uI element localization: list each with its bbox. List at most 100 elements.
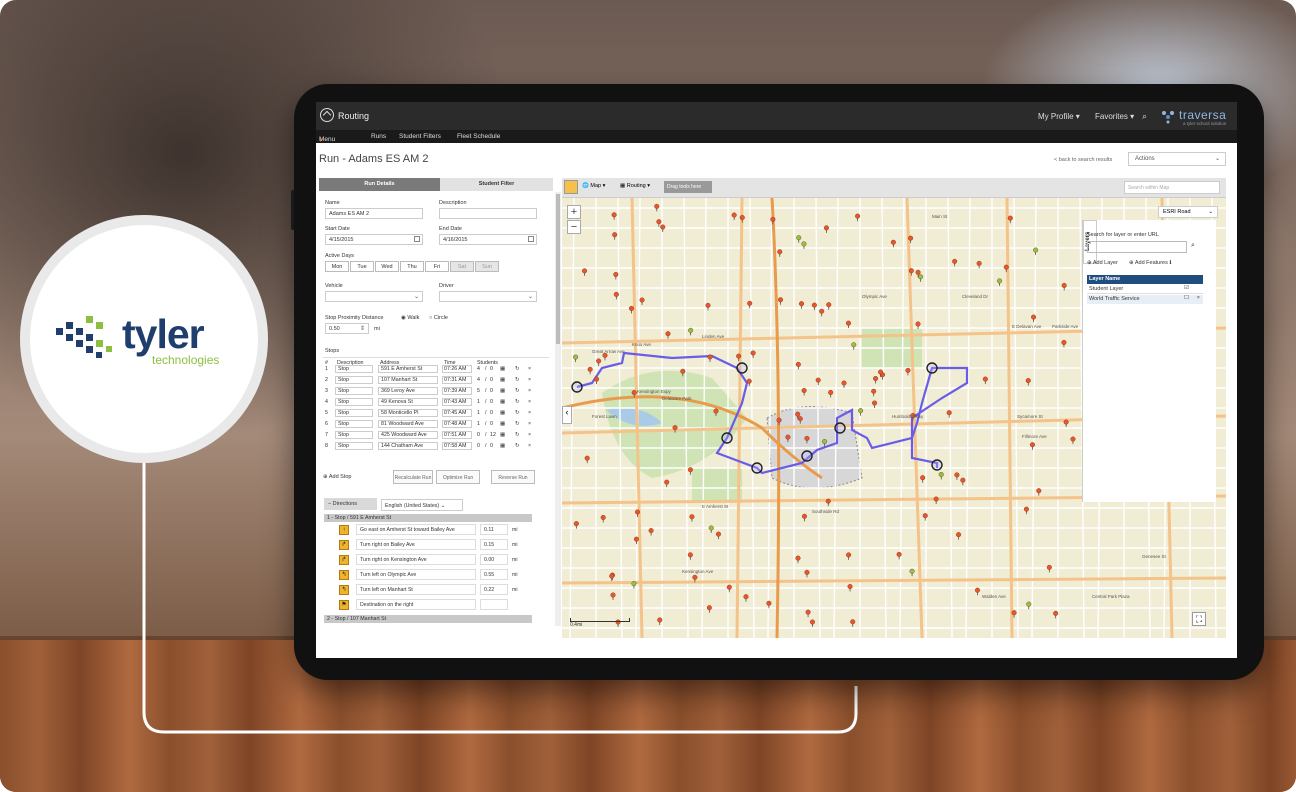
actions-dropdown[interactable]: Actions ⌄ xyxy=(1128,152,1226,166)
direction-row[interactable]: ↰ Turn left on Manhart St 0.22 mi xyxy=(339,584,539,596)
add-features-button[interactable]: ⊕ Add Features ℹ xyxy=(1129,260,1172,266)
menu-fleet-schedule[interactable]: Fleet Schedule xyxy=(457,133,500,140)
calendar-icon[interactable] xyxy=(528,236,534,242)
direction-row[interactable]: ↰ Turn left on Olympic Ave 0.55 mi xyxy=(339,569,539,581)
refresh-icon[interactable]: ↻ xyxy=(515,366,519,372)
menu-student-filters[interactable]: Student Filters xyxy=(399,133,441,140)
stop-address[interactable]: 58 Monticello Pl xyxy=(381,410,418,416)
map-button[interactable]: 🌐 Map ▾ xyxy=(582,183,605,189)
layer-search-input[interactable] xyxy=(1087,241,1187,253)
reverse-run-button[interactable]: Reverse Run xyxy=(491,470,535,484)
stop-time[interactable]: 07:31 AM xyxy=(444,377,466,383)
stop-address[interactable]: 425 Woodward Ave xyxy=(381,432,427,438)
grid-icon[interactable]: ▦ xyxy=(500,388,505,394)
stop-address[interactable]: 81 Woodward Ave xyxy=(381,421,424,427)
proximity-stepper[interactable]: 0.50 ⇕ xyxy=(325,323,369,334)
back-to-search-link[interactable]: < back to search results xyxy=(1054,157,1112,163)
grid-icon[interactable]: ▦ xyxy=(500,366,505,372)
direction-stop-header[interactable]: 2 - Stop / 107 Manhart St xyxy=(324,615,532,623)
collapse-panel-icon[interactable]: ‹ xyxy=(562,406,572,424)
stepper-arrows-icon[interactable]: ⇕ xyxy=(360,325,365,332)
map-search-input[interactable]: Search within Map xyxy=(1124,181,1220,194)
driver-select[interactable]: ⌄ xyxy=(439,291,537,302)
directions-toggle[interactable]: – Directions xyxy=(324,498,377,510)
stop-time[interactable]: 07:48 AM xyxy=(444,421,466,427)
calendar-icon[interactable] xyxy=(414,236,420,242)
vehicle-select[interactable]: ⌄ xyxy=(325,291,423,302)
zoom-in-button[interactable]: + xyxy=(567,205,581,219)
stop-address[interactable]: 591 E Amherst St xyxy=(381,366,422,372)
stop-time[interactable]: 07:43 AM xyxy=(444,399,466,405)
direction-row[interactable]: ↱ Turn right on Bailey Ave 0.15 mi xyxy=(339,539,539,551)
basemap-select[interactable]: ESRI Road ⌄ xyxy=(1158,206,1218,218)
table-row[interactable]: 4 Stop 49 Kenova St 07:43 AM 1/0 ▦ ↻ × xyxy=(323,398,549,407)
table-row[interactable]: 2 Stop 107 Manhart St 07:31 AM 4/0 ▦ ↻ × xyxy=(323,376,549,385)
table-row[interactable]: 7 Stop 425 Woodward Ave 07:51 AM 0/12 ▦ ↻ × xyxy=(323,431,549,440)
recalculate-run-button[interactable]: Recalculate Run xyxy=(393,470,433,484)
language-select[interactable]: English (United States) ⌄ xyxy=(381,499,463,511)
drag-tools-area[interactable]: Drag tools here xyxy=(664,181,712,193)
grid-icon[interactable]: ▦ xyxy=(500,432,505,438)
refresh-icon[interactable]: ↻ xyxy=(515,388,519,394)
stop-address[interactable]: 369 Leroy Ave xyxy=(381,388,415,394)
close-icon[interactable]: × xyxy=(528,388,531,394)
grid-icon[interactable]: ▦ xyxy=(500,377,505,383)
close-icon[interactable]: × xyxy=(528,421,531,427)
table-row[interactable]: 3 Stop 369 Leroy Ave 07:39 AM 5/0 ▦ ↻ × xyxy=(323,387,549,396)
stop-address[interactable]: 107 Manhart St xyxy=(381,377,417,383)
day-sun[interactable]: Sun xyxy=(475,261,499,272)
name-field[interactable]: Adams ES AM 2 xyxy=(325,208,423,219)
optimize-run-button[interactable]: Optimize Run xyxy=(436,470,480,484)
grid-icon[interactable]: ▦ xyxy=(500,399,505,405)
day-mon[interactable]: Mon xyxy=(325,261,349,272)
direction-row[interactable]: ↱ Turn right on Kensington Ave 0.00 mi xyxy=(339,554,539,566)
circle-radio[interactable]: ○ Circle xyxy=(429,315,448,321)
day-sat[interactable]: Sat xyxy=(450,261,474,272)
walk-radio[interactable]: ◉ Walk xyxy=(401,315,419,321)
stop-address[interactable]: 144 Chatham Ave xyxy=(381,443,423,449)
close-icon[interactable]: × xyxy=(528,399,531,405)
favorites-menu[interactable]: Favorites ▾ xyxy=(1095,112,1134,121)
close-icon[interactable]: × xyxy=(528,377,531,383)
stop-address[interactable]: 49 Kenova St xyxy=(381,399,413,405)
day-tue[interactable]: Tue xyxy=(350,261,374,272)
my-profile-menu[interactable]: My Profile ▾ xyxy=(1038,112,1080,121)
tab-student-filter[interactable]: Student Filter xyxy=(440,178,553,191)
search-icon[interactable]: ⌕ xyxy=(1142,111,1147,122)
start-date-field[interactable]: 4/15/2015 xyxy=(325,234,423,245)
stop-description[interactable]: Stop xyxy=(338,443,349,449)
panel-scrollbar[interactable] xyxy=(555,192,561,626)
close-icon[interactable]: × xyxy=(528,432,531,438)
table-row[interactable]: 6 Stop 81 Woodward Ave 07:48 AM 1/0 ▦ ↻ × xyxy=(323,420,549,429)
close-icon[interactable]: × xyxy=(528,366,531,372)
add-stop-button[interactable]: ⊕ Add Stop xyxy=(323,474,351,480)
grid-icon[interactable]: ▦ xyxy=(500,443,505,449)
stop-description[interactable]: Stop xyxy=(338,421,349,427)
refresh-icon[interactable]: ↻ xyxy=(515,443,519,449)
stop-description[interactable]: Stop xyxy=(338,388,349,394)
refresh-icon[interactable]: ↻ xyxy=(515,410,519,416)
stop-description[interactable]: Stop xyxy=(338,410,349,416)
stop-time[interactable]: 07:51 AM xyxy=(444,432,466,438)
close-icon[interactable]: × xyxy=(528,410,531,416)
end-date-field[interactable]: 4/16/2015 xyxy=(439,234,537,245)
table-row[interactable]: 1 Stop 591 E Amherst St 07:26 AM 4/0 ▦ ↻ × xyxy=(323,365,549,374)
direction-row[interactable]: ⚑ Destination on the right xyxy=(339,599,539,611)
search-icon[interactable]: ⌕ xyxy=(1191,242,1195,250)
add-layer-button[interactable]: ⊕ Add Layer xyxy=(1087,260,1118,266)
fullscreen-icon[interactable]: ⛶ xyxy=(1192,612,1206,626)
close-icon[interactable]: × xyxy=(528,443,531,449)
map-view[interactable]: Great Arrow Ave Knox Ave Linden Ave Kensing… xyxy=(562,178,1226,638)
menu-runs[interactable]: Runs xyxy=(371,133,386,140)
checkbox-icon[interactable]: ☑ xyxy=(1184,285,1189,291)
routing-button[interactable]: ▦ Routing ▾ xyxy=(620,183,650,189)
close-icon[interactable]: × xyxy=(1197,295,1200,301)
stop-time[interactable]: 07:45 AM xyxy=(444,410,466,416)
day-wed[interactable]: Wed xyxy=(375,261,399,272)
table-row[interactable]: 8 Stop 144 Chatham Ave 07:58 AM 0/0 ▦ ↻ × xyxy=(323,442,549,451)
day-fri[interactable]: Fri xyxy=(425,261,449,272)
stop-time[interactable]: 07:39 AM xyxy=(444,388,466,394)
stop-time[interactable]: 07:26 AM xyxy=(444,366,466,372)
stop-time[interactable]: 07:58 AM xyxy=(444,443,466,449)
layer-row-traffic[interactable]: World Traffic Service ☐ × xyxy=(1087,295,1203,304)
